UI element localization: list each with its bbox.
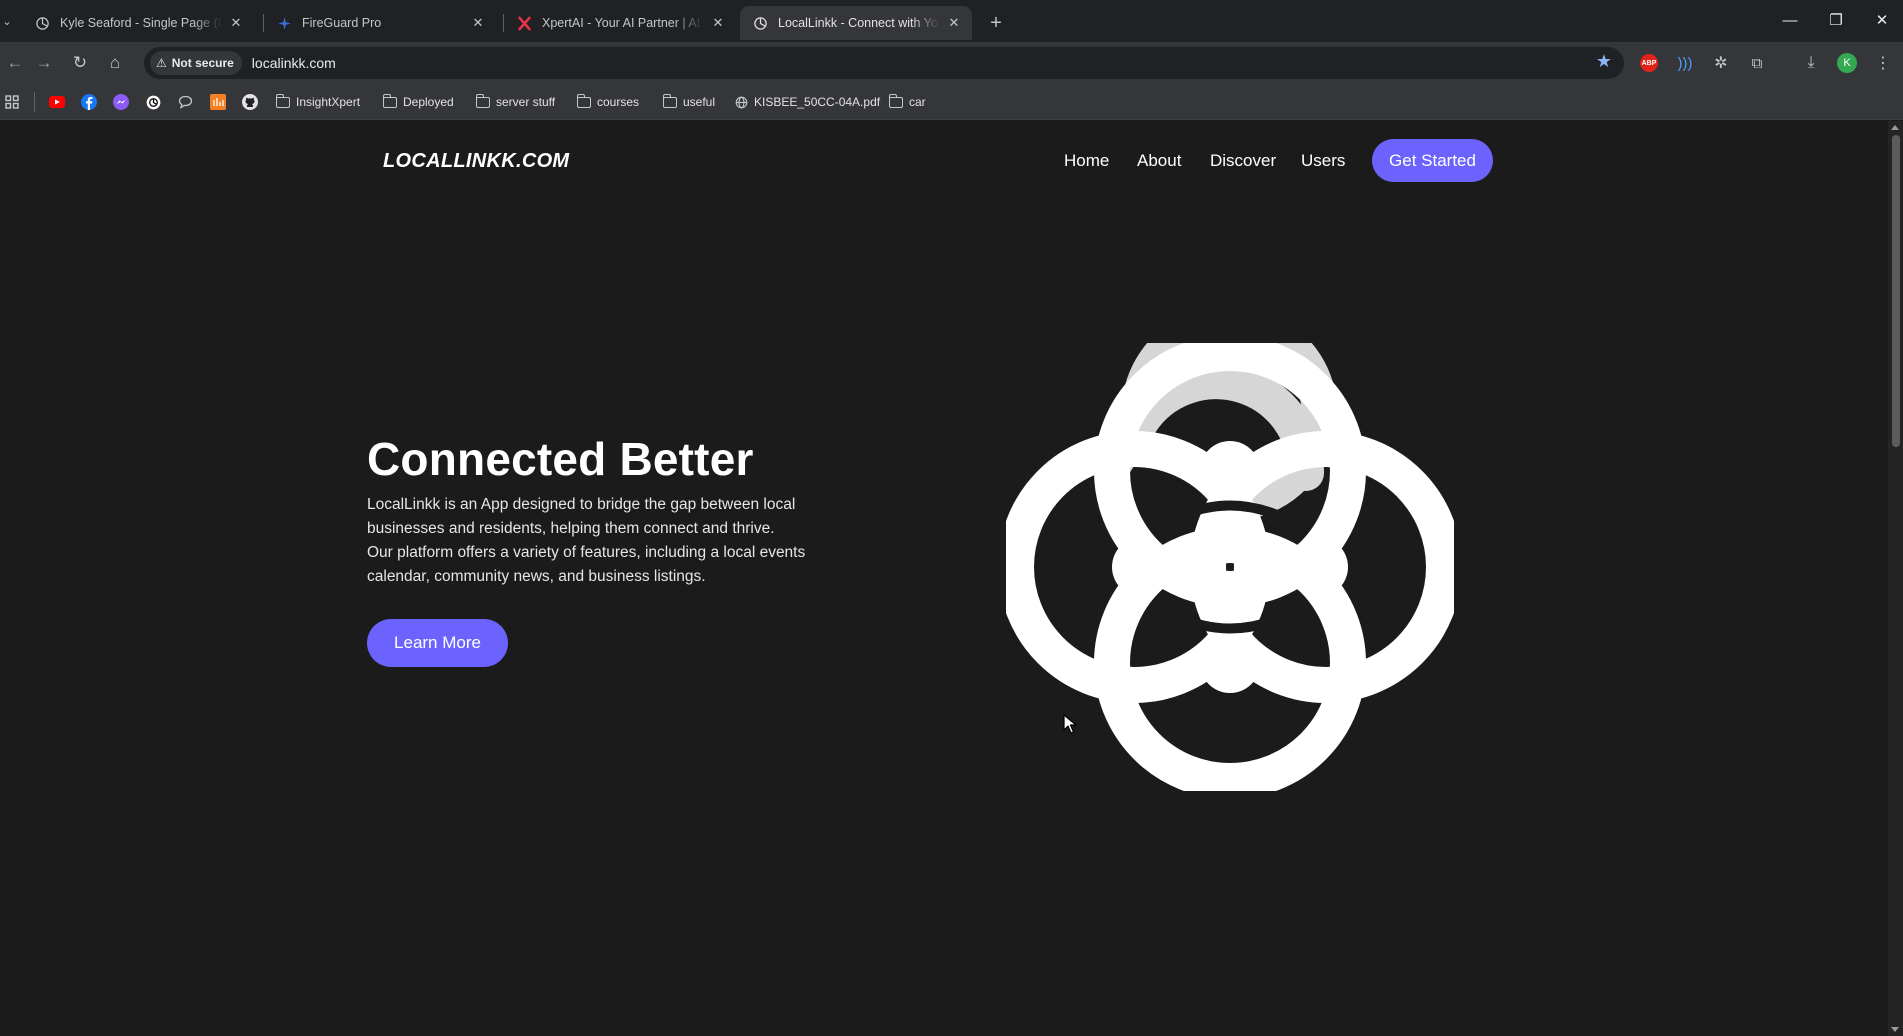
apps-grid-icon[interactable] — [3, 93, 21, 111]
gear-extension-icon[interactable]: ✲ — [1709, 51, 1733, 75]
nav-users[interactable]: Users — [1301, 151, 1345, 171]
bookmarks-separator — [34, 92, 35, 112]
adblock-extension-icon[interactable]: ABP — [1637, 51, 1661, 75]
bookmark-car[interactable]: car — [888, 92, 926, 112]
url-text[interactable]: localinkk.com — [252, 55, 336, 71]
youtube-icon[interactable] — [48, 93, 66, 111]
bookmarks-bar: InsightXpert Deployed server stuff cours… — [0, 84, 1903, 120]
folder-icon — [576, 93, 591, 108]
hero-description: LocalLinkk is an App designed to bridge … — [367, 493, 817, 589]
profile-avatar[interactable]: K — [1835, 51, 1859, 75]
orange-app-icon[interactable] — [209, 93, 227, 111]
close-tab-icon[interactable]: ✕ — [946, 15, 962, 31]
page-scrollbar[interactable] — [1888, 121, 1903, 1036]
nav-discover[interactable]: Discover — [1210, 151, 1276, 171]
hero-text-line: calendar, community news, and business l… — [367, 568, 706, 585]
close-window-button[interactable]: ✕ — [1859, 0, 1903, 40]
folder-icon — [888, 93, 903, 108]
tab-strip: ⌄ Kyle Seaford - Single Page (Dark ✕ Fir… — [0, 0, 1903, 42]
scroll-up-arrow-icon[interactable] — [1891, 125, 1899, 130]
globe-icon — [735, 96, 748, 109]
folder-icon — [662, 93, 677, 108]
learn-more-button[interactable]: Learn More — [367, 619, 508, 667]
openai-icon[interactable] — [144, 93, 162, 111]
bookmark-deployed[interactable]: Deployed — [382, 92, 454, 112]
sound-extension-icon[interactable]: ))) — [1673, 51, 1697, 75]
tab-search-button[interactable]: ⌄ — [0, 10, 14, 32]
hero-title: Connected Better — [367, 433, 754, 485]
tab-kyle-seaford[interactable]: Kyle Seaford - Single Page (Dark ✕ — [22, 6, 254, 40]
tab-fireguard[interactable]: FireGuard Pro ✕ — [264, 6, 496, 40]
bookmark-insightxpert[interactable]: InsightXpert — [275, 92, 360, 112]
bookmark-useful[interactable]: useful — [662, 92, 715, 112]
get-started-button[interactable]: Get Started — [1372, 139, 1493, 182]
address-bar[interactable]: ⚠ Not secure localinkk.com ★ — [144, 47, 1624, 79]
scroll-down-arrow-icon[interactable] — [1891, 1027, 1899, 1032]
tab-title: LocalLinkk - Connect with Your L — [778, 16, 940, 30]
warning-icon: ⚠ — [156, 56, 167, 70]
tab-locallinkk[interactable]: LocalLinkk - Connect with Your L ✕ — [740, 6, 972, 40]
bookmark-star-icon[interactable]: ★ — [1596, 51, 1612, 72]
folder-icon — [382, 93, 397, 108]
nav-about[interactable]: About — [1137, 151, 1181, 171]
tab-title: Kyle Seaford - Single Page (Dark — [60, 16, 222, 30]
scroll-thumb[interactable] — [1892, 135, 1900, 447]
chat-bubble-icon[interactable] — [176, 93, 194, 111]
messenger-icon[interactable] — [112, 93, 130, 111]
tab-xpertai[interactable]: XpertAI - Your AI Partner | AI Ch ✕ — [504, 6, 736, 40]
browser-toolbar: ← → ↻ ⌂ ⚠ Not secure localinkk.com ★ ABP… — [0, 42, 1903, 84]
page-viewport: LOCALLINKK.COM Home About Discover Users… — [0, 121, 1888, 1036]
minimize-button[interactable]: — — [1767, 0, 1813, 40]
security-label: Not secure — [171, 56, 234, 70]
new-tab-button[interactable]: + — [982, 9, 1010, 37]
folder-icon — [275, 93, 290, 108]
security-chip[interactable]: ⚠ Not secure — [150, 51, 242, 75]
close-tab-icon[interactable]: ✕ — [228, 15, 244, 31]
facebook-icon[interactable] — [80, 93, 98, 111]
mouse-cursor-icon — [1063, 714, 1077, 734]
home-button[interactable]: ⌂ — [100, 48, 130, 78]
forward-button[interactable]: → — [29, 48, 59, 78]
tab-title: FireGuard Pro — [302, 16, 382, 30]
downloads-icon[interactable]: ⤓ — [1799, 51, 1823, 75]
hero-text-line: LocalLinkk is an App designed to bridge … — [367, 496, 796, 513]
site-logo[interactable]: LOCALLINKK.COM — [383, 150, 569, 173]
browser-menu-icon[interactable]: ⋮ — [1871, 51, 1895, 75]
bookmark-server-stuff[interactable]: server stuff — [475, 92, 555, 112]
folder-icon — [475, 93, 490, 108]
hero-text-line: businesses and residents, helping them c… — [367, 520, 775, 537]
tab-title: XpertAI - Your AI Partner | AI Ch — [542, 16, 704, 30]
hero-text-line: Our platform offers a variety of feature… — [367, 544, 806, 561]
close-tab-icon[interactable]: ✕ — [710, 15, 726, 31]
bookmark-kisbee-pdf[interactable]: KISBEE_50CC-04A.pdf — [735, 92, 880, 112]
nav-home[interactable]: Home — [1064, 151, 1109, 171]
extensions-puzzle-icon[interactable]: ⧉ — [1745, 51, 1769, 75]
reload-button[interactable]: ↻ — [65, 48, 95, 78]
back-button[interactable]: ← — [0, 48, 30, 78]
openai-icon — [752, 15, 768, 31]
xpertai-x-icon — [516, 15, 532, 31]
openai-icon — [34, 15, 50, 31]
restore-button[interactable]: ❐ — [1813, 0, 1859, 40]
close-tab-icon[interactable]: ✕ — [470, 15, 486, 31]
github-icon[interactable] — [241, 93, 259, 111]
bookmark-courses[interactable]: courses — [576, 92, 639, 112]
fireguard-icon — [276, 15, 292, 31]
